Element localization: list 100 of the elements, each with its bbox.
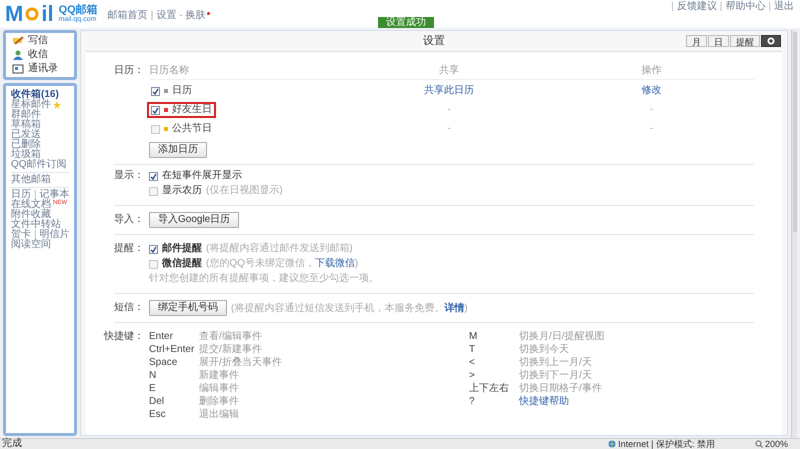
check-icon [152, 106, 159, 114]
shortcut-description: 查看/编辑事件 [199, 331, 262, 343]
shortcut-description: 提交/新建事件 [199, 344, 262, 356]
shortcut-key: > [469, 370, 519, 382]
shortcut-description: 切换月/日/提醒视图 [519, 331, 605, 343]
card-icon [12, 63, 24, 75]
calendar-name: 日历 [172, 85, 192, 97]
sidebar-action[interactable]: 通讯录 [12, 63, 74, 75]
logo-letter: M [5, 3, 24, 25]
folder-link[interactable]: 星标邮件 [11, 100, 51, 110]
folder-link[interactable]: 日历 [11, 190, 31, 200]
folder-link[interactable]: 记事本 [40, 190, 70, 200]
ring-icon [25, 7, 40, 21]
shortcut-key: T [469, 344, 519, 356]
folder-link[interactable]: QQ邮件订阅 [11, 160, 67, 170]
folder-link[interactable]: 其他邮箱 [11, 175, 51, 185]
nav-link[interactable]: 邮箱首页 [108, 11, 148, 21]
shortcut-description: 删除事件 [199, 396, 239, 408]
calendar-name: 好友生日 [172, 104, 212, 116]
checkbox[interactable] [151, 106, 160, 114]
logo-letter: il [41, 3, 54, 25]
separator: - [179, 11, 183, 21]
shortcut-key: Enter [149, 331, 199, 343]
reminder-note: 针对您创建的所有提醒事项，建议您至少勾选一项。 [149, 273, 380, 285]
shortcut-key: Esc [149, 409, 199, 421]
shortcut-key: E [149, 383, 199, 395]
section-label: 短信： [114, 301, 144, 315]
share-link[interactable]: 共享此日历 [424, 85, 474, 97]
folder-link[interactable]: 已删除 [11, 140, 41, 150]
dash-text: - [650, 104, 654, 116]
sidebar-action[interactable]: 写信 [12, 35, 74, 47]
folder-link[interactable]: 垃圾箱 [11, 150, 41, 160]
folder-link[interactable]: 附件收藏 [11, 210, 51, 220]
bind-phone-button[interactable]: 绑定手机号码 [149, 300, 227, 316]
check-icon [150, 172, 157, 180]
separator: | [671, 1, 674, 12]
folder-link[interactable]: 草稿箱 [11, 120, 41, 130]
folder-link[interactable]: 已发送 [11, 130, 41, 140]
checkbox[interactable] [149, 172, 158, 180]
view-tab[interactable]: 月 [686, 35, 707, 47]
help-link[interactable]: 快捷键帮助 [519, 396, 569, 408]
view-tab[interactable]: 日 [708, 35, 729, 47]
section-label: 日历： [114, 65, 144, 78]
calendar-name: 公共节日 [172, 123, 212, 135]
top-link[interactable]: 反馈建议 [676, 1, 717, 12]
column-header: 日历名称 [149, 65, 190, 77]
folder-link[interactable]: 收件箱(16) [11, 90, 59, 100]
details-link[interactable]: 详情 [444, 302, 464, 314]
download-link[interactable]: 下载微信 [314, 258, 355, 269]
zone-text: Internet | 保护模式: 禁用 [617, 439, 716, 449]
checkbox[interactable] [149, 244, 158, 254]
folder-link[interactable]: 文件中转站 [11, 220, 61, 230]
option-label: 在短事件展开显示 [162, 170, 242, 182]
option-label: 邮件提醒 [162, 243, 202, 255]
folder-link[interactable]: 贺卡 [11, 230, 31, 240]
separator: | [34, 190, 37, 200]
column-header: 操作 [640, 65, 662, 77]
shortcut-description: 切换到下一月/天 [519, 370, 592, 382]
shortcut-description: 切换到今天 [519, 344, 569, 356]
folder-link[interactable]: 群邮件 [11, 110, 41, 120]
shortcut-description: 退出编辑 [199, 409, 239, 421]
shortcut-key: < [469, 357, 519, 369]
shortcut-description: 切换日期格子/事件 [519, 383, 602, 395]
checkbox[interactable] [151, 86, 160, 96]
top-link[interactable]: 帮助中心 [725, 1, 766, 12]
shortcut-description: 新建事件 [199, 370, 239, 382]
pen-icon [12, 35, 24, 47]
sidebar-action[interactable]: 收信 [12, 49, 74, 61]
check-icon [152, 88, 159, 94]
shortcut-key: Space [149, 357, 199, 369]
import-google-button[interactable]: 导入Google日历 [149, 212, 240, 228]
shortcut-key: 上下左右 [469, 383, 519, 395]
shortcut-description: 切换到上一月/天 [519, 357, 592, 369]
option-label: 微信提醒 [162, 258, 202, 270]
nav-link[interactable]: 设置 [156, 11, 176, 21]
success-notice: 设置成功 [378, 17, 434, 28]
top-link[interactable]: 退出 [774, 1, 794, 12]
edit-link[interactable]: 修改 [642, 85, 662, 97]
shortcut-key: N [149, 370, 199, 382]
section-label: 快捷键： [104, 331, 144, 344]
shortcut-key: ? [469, 396, 519, 408]
settings-tab[interactable] [761, 35, 781, 47]
shortcut-key: Del [149, 396, 199, 408]
action-label: 写信 [28, 36, 48, 46]
shortcut-description: 编辑事件 [199, 383, 239, 395]
sms-hint: (将提醒内容通过短信发送到手机，本服务免费。详情) [231, 301, 468, 316]
column-header: 共享 [438, 65, 460, 77]
nav-link[interactable]: 换肤 [186, 11, 206, 21]
status-text: 完成 [1, 439, 22, 449]
shortcut-description: 展开/折叠当天事件 [199, 357, 282, 369]
action-label: 收信 [28, 50, 48, 60]
view-tab[interactable]: 提醒 [730, 35, 760, 47]
option-hint: (您的QQ号未绑定微信，下载微信) [206, 258, 358, 270]
zoom-icon [754, 440, 763, 448]
folder-link[interactable]: 在线文档 [11, 200, 51, 210]
separator: | [34, 230, 37, 240]
folder-link[interactable]: 阅读空间 [11, 240, 51, 250]
shortcut-key: Ctrl+Enter [149, 344, 199, 356]
folder-link[interactable]: 明信片 [40, 230, 70, 240]
add-calendar-button[interactable]: 添加日历 [149, 142, 207, 158]
